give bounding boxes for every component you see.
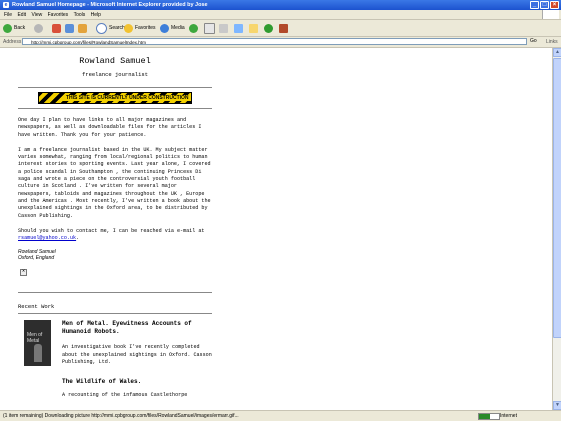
book-description: An investigative book I've recently comp… — [62, 344, 212, 366]
printer-icon — [219, 23, 228, 33]
menu-bar: File Edit View Favorites Tools Help — [0, 10, 561, 20]
messenger-button[interactable] — [264, 23, 275, 33]
intro-paragraph: One day I plan to have links to all majo… — [18, 117, 202, 138]
home-icon — [78, 23, 87, 33]
robot-figure — [34, 344, 42, 363]
menu-file[interactable]: File — [4, 12, 12, 18]
media-button[interactable]: Media — [160, 23, 185, 33]
book-item: The Wildlife of Wales. A recounting of t… — [18, 376, 212, 410]
search-button[interactable]: Search — [96, 22, 125, 34]
book-cover-image[interactable]: Men of Metal — [24, 320, 51, 367]
back-button[interactable]: Back — [3, 23, 25, 33]
stop-icon — [52, 23, 61, 33]
forward-button[interactable] — [34, 23, 45, 33]
image-placeholder: ✕ — [18, 268, 212, 294]
divider — [18, 87, 212, 88]
divider — [18, 108, 212, 109]
contact-paragraph: Should you wish to contact me, I can be … — [18, 228, 212, 243]
folder-icon — [249, 23, 258, 33]
broken-image-icon: ✕ — [20, 269, 27, 277]
book-title: The Wildlife of Wales. — [62, 378, 142, 386]
page-subtitle: freelance journalist — [81, 71, 148, 78]
scroll-up-arrow-icon[interactable]: ▲ — [553, 48, 561, 57]
bio-paragraph: I am a freelance journalist based in the… — [18, 146, 211, 219]
progress-bar — [478, 413, 500, 420]
home-button[interactable] — [78, 23, 89, 33]
links-button[interactable]: Links — [546, 39, 558, 45]
forward-arrow-icon — [34, 23, 43, 33]
search-icon — [96, 22, 107, 34]
contact-end: . — [76, 235, 80, 242]
edit-button[interactable] — [234, 23, 245, 33]
menu-view[interactable]: View — [31, 12, 42, 18]
construction-banner: THIS SITE IS CURRENTLY UNDER CONSTRUCTIO… — [38, 92, 192, 104]
page-title: Rowland Samuel — [79, 56, 151, 66]
book-title: Men of Metal. Eyewitness Accounts of Hum… — [62, 320, 192, 336]
toolbar: Back Search Favorites Media — [0, 20, 561, 37]
media-icon — [160, 23, 169, 33]
book-description: A recounting of the infamous Castlethorp… — [62, 392, 188, 399]
contact-text: Should you wish to contact me, I can be … — [18, 227, 205, 234]
signature: Rowland Samuel Oxford, England — [18, 249, 212, 261]
back-label: Back — [14, 25, 26, 31]
media-label: Media — [171, 25, 185, 31]
favorites-label: Favorites — [135, 25, 156, 31]
history-icon — [189, 23, 198, 33]
page-viewport: Rowland Samuel freelance journalist THIS… — [0, 48, 552, 410]
book-item: Men of Metal Men of Metal. Eyewitness Ac… — [18, 320, 212, 376]
status-text: (1 item remaining) Downloading picture h… — [3, 413, 239, 419]
refresh-button[interactable] — [65, 23, 76, 33]
mail-icon — [204, 22, 215, 34]
menu-tools[interactable]: Tools — [74, 12, 86, 18]
divider — [18, 313, 212, 315]
ie-icon: e — [3, 2, 9, 8]
discuss-button[interactable] — [249, 23, 260, 33]
search-label: Search — [109, 25, 125, 31]
history-button[interactable] — [189, 23, 200, 33]
go-button[interactable]: Go — [530, 38, 537, 44]
research-icon — [279, 23, 288, 33]
address-input[interactable]: http://mmi.cpbgroup.com/files/RowlandSam… — [22, 38, 527, 45]
vertical-scrollbar[interactable]: ▲ ▼ — [552, 48, 561, 410]
progress-fill — [479, 414, 490, 419]
security-zone: Internet — [500, 413, 517, 419]
star-icon — [124, 23, 133, 33]
research-button[interactable] — [279, 23, 290, 33]
window-title: Rowland Samuel Homepage - Microsoft Inte… — [12, 2, 208, 8]
status-bar: (1 item remaining) Downloading picture h… — [0, 410, 561, 421]
construction-text: THIS SITE IS CURRENTLY UNDER CONSTRUCTIO… — [63, 95, 191, 101]
messenger-icon — [264, 23, 273, 33]
address-label: Address — [3, 39, 22, 45]
favorites-button[interactable]: Favorites — [124, 23, 156, 33]
windows-logo-icon — [542, 10, 559, 19]
mail-button[interactable] — [204, 22, 217, 34]
title-bar: e Rowland Samuel Homepage - Microsoft In… — [0, 0, 561, 10]
menu-edit[interactable]: Edit — [17, 12, 26, 18]
menu-help[interactable]: Help — [91, 12, 101, 18]
stop-button[interactable] — [52, 23, 63, 33]
close-button[interactable]: × — [550, 1, 559, 9]
minimize-button[interactable]: _ — [530, 1, 539, 9]
scroll-down-arrow-icon[interactable]: ▼ — [553, 401, 561, 410]
refresh-icon — [65, 23, 74, 33]
address-bar: Address http://mmi.cpbgroup.com/files/Ro… — [0, 37, 561, 48]
page-content: Rowland Samuel freelance journalist THIS… — [18, 48, 212, 410]
window-controls: _ □ × — [530, 1, 559, 9]
maximize-button[interactable]: □ — [540, 1, 549, 9]
print-button[interactable] — [219, 23, 230, 33]
edit-icon — [234, 23, 243, 33]
menu-favorites[interactable]: Favorites — [48, 12, 69, 18]
recent-work-heading: Recent Work — [18, 303, 55, 311]
email-link[interactable]: rsamuel@yahoo.co.uk — [18, 235, 76, 241]
signature-place: Oxford, England — [18, 255, 55, 262]
scroll-thumb[interactable] — [553, 58, 561, 338]
book-cover-title: Men of Metal — [27, 332, 43, 345]
back-arrow-icon — [3, 23, 12, 33]
